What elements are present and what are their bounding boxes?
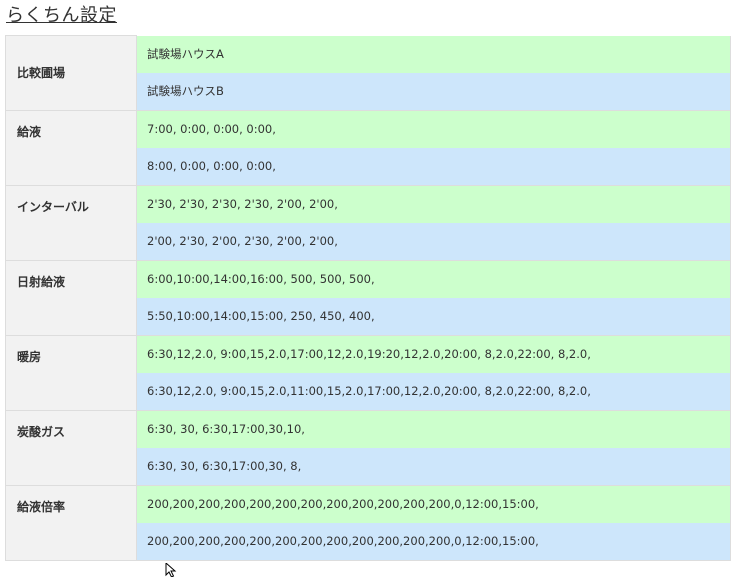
row-header-interval: インターバル xyxy=(5,184,137,261)
table-row: 比較圃場 試験場ハウスA xyxy=(5,35,731,111)
value-cell-house-a: 6:30,12,2.0, 9:00,15,2.0,17:00,12,2.0,19… xyxy=(136,335,731,373)
value-cell-house-b: 8:00, 0:00, 0:00, 0:00, xyxy=(136,147,731,186)
table-row: 日射給液 6:00,10:00,14:00,16:00, 500, 500, 5… xyxy=(5,259,731,336)
value-cell-house-b: 6:30,12,2.0, 9:00,15,2.0,11:00,15,2.0,17… xyxy=(136,372,731,411)
value-cell-house-a: 2'30, 2'30, 2'30, 2'30, 2'00, 2'00, xyxy=(136,185,731,223)
row-header-solar-irrigation: 日射給液 xyxy=(5,259,137,336)
table-row: 炭酸ガス 6:30, 30, 6:30,17:00,30,10, xyxy=(5,409,731,486)
settings-table: 比較圃場 試験場ハウスA 試験場ハウスB 給液 7:00, 0:00, 0:00… xyxy=(5,35,731,561)
page-title: らくちん設定 xyxy=(6,5,117,26)
row-header-heating: 暖房 xyxy=(5,334,137,411)
value-cell-house-b: 5:50,10:00,14:00,15:00, 250, 450, 400, xyxy=(136,297,731,336)
row-header-comparison-field: 比較圃場 xyxy=(5,35,137,111)
value-cell-house-b: 2'00, 2'30, 2'00, 2'30, 2'00, 2'00, xyxy=(136,222,731,261)
row-header-irrigation-ratio: 給液倍率 xyxy=(5,484,137,561)
row-header-irrigation: 給液 xyxy=(5,109,137,186)
table-row: 給液倍率 200,200,200,200,200,200,200,200,200… xyxy=(5,484,731,561)
value-cell-house-b: 200,200,200,200,200,200,200,200,200,200,… xyxy=(136,522,731,561)
value-cell-house-a: 試験場ハウスA xyxy=(136,35,731,73)
value-cell-house-a: 6:00,10:00,14:00,16:00, 500, 500, 500, xyxy=(136,260,731,298)
value-cell-house-b: 試験場ハウスB xyxy=(136,72,731,111)
table-row: 暖房 6:30,12,2.0, 9:00,15,2.0,17:00,12,2.0… xyxy=(5,334,731,411)
value-cell-house-a: 200,200,200,200,200,200,200,200,200,200,… xyxy=(136,485,731,523)
value-cell-house-a: 7:00, 0:00, 0:00, 0:00, xyxy=(136,110,731,148)
value-cell-house-b: 6:30, 30, 6:30,17:00,30, 8, xyxy=(136,447,731,486)
row-header-co2: 炭酸ガス xyxy=(5,409,137,486)
table-row: インターバル 2'30, 2'30, 2'30, 2'30, 2'00, 2'0… xyxy=(5,184,731,261)
value-cell-house-a: 6:30, 30, 6:30,17:00,30,10, xyxy=(136,410,731,448)
table-row: 給液 7:00, 0:00, 0:00, 0:00, xyxy=(5,109,731,186)
